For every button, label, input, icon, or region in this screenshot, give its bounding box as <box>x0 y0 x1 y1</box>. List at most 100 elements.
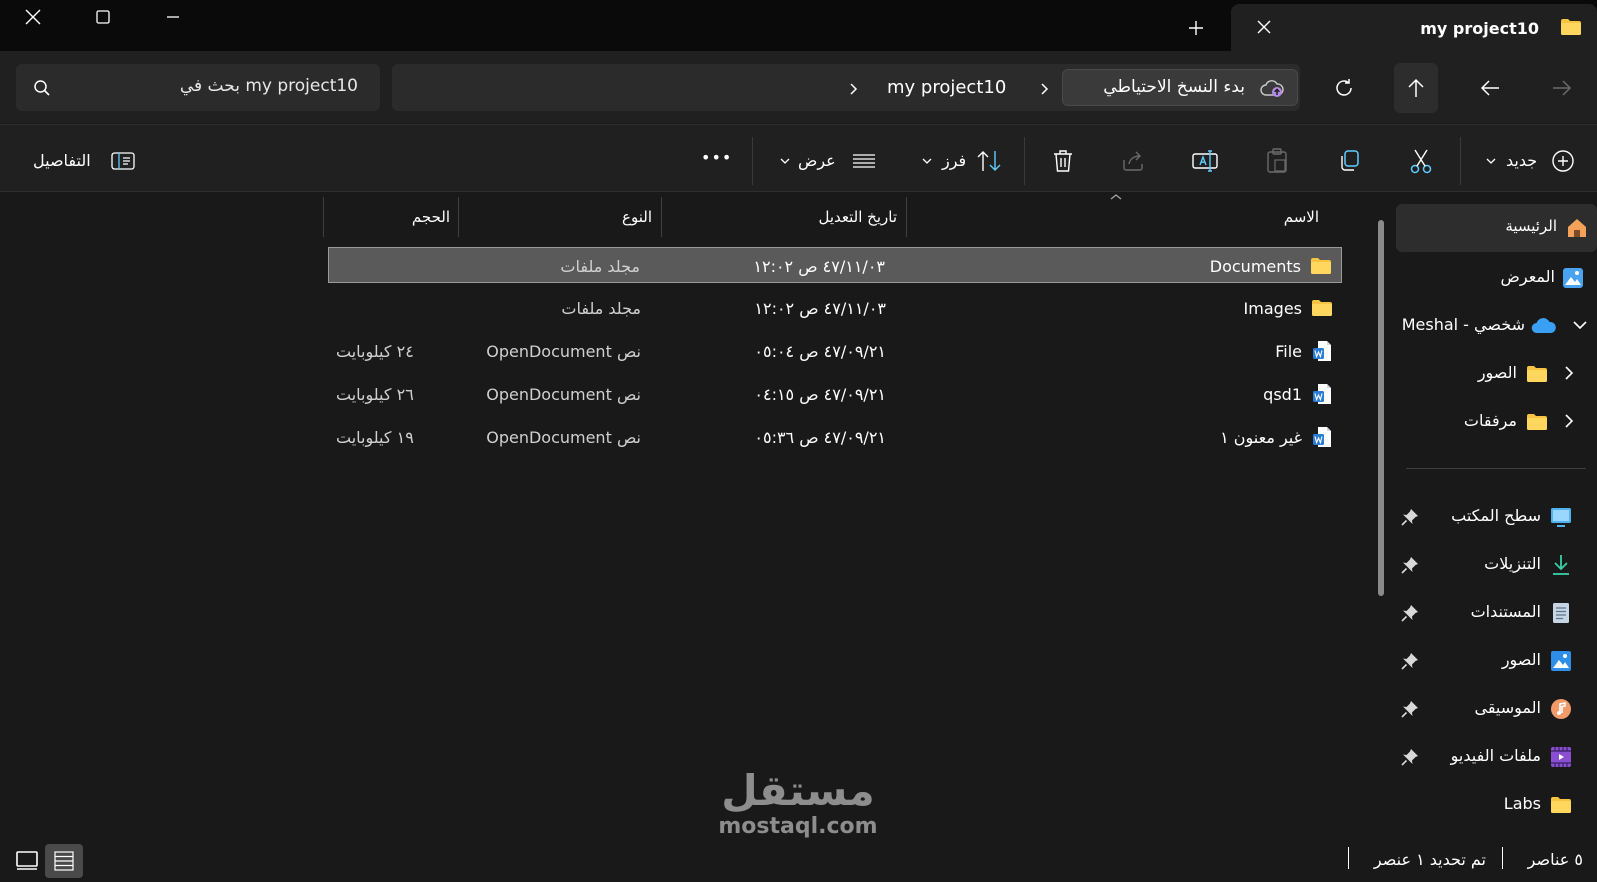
column-header-modified[interactable]: تاريخ التعديل <box>818 208 897 226</box>
file-name: غير معنون ١ <box>1220 428 1302 447</box>
minimize-window-icon[interactable] <box>160 4 186 30</box>
pin-icon[interactable] <box>1400 555 1420 575</box>
tab-title: my project10 <box>1420 19 1539 38</box>
sidebar-item-quick-access[interactable]: المستندات <box>1396 593 1597 633</box>
search-input[interactable]: بحث في my project10 <box>180 76 358 96</box>
back-button[interactable] <box>1468 63 1512 113</box>
copy-icon[interactable] <box>1334 146 1364 176</box>
sidebar-scrollbar[interactable] <box>1378 220 1384 596</box>
backup-breadcrumb[interactable]: بدء النسخ الاحتياطي <box>1062 69 1298 106</box>
pin-icon[interactable] <box>1400 507 1420 527</box>
file-row[interactable]: غير معنون ١ ٤٧/٠٩/٢١ ص ٠٥:٣٦ OpenDocument … <box>328 419 1342 455</box>
word-document-icon <box>1310 426 1334 448</box>
sidebar-item-label: Meshal - شخصي <box>1401 315 1525 334</box>
column-divider[interactable] <box>906 197 907 237</box>
file-row[interactable]: Images ٤٧/١١/٠٣ ص ١٢:٠٢ مجلد ملفات <box>328 290 1342 326</box>
view-button[interactable]: عرض <box>798 151 836 170</box>
chevron-right-icon[interactable] <box>1561 412 1577 430</box>
status-divider <box>1502 847 1503 869</box>
maximize-window-icon[interactable] <box>90 4 116 30</box>
sidebar-item-onedrive[interactable]: Meshal - شخصي <box>1396 306 1597 346</box>
sidebar-item-label: التنزيلات <box>1484 554 1541 573</box>
word-document-icon <box>1310 340 1334 362</box>
search-box[interactable]: بحث في my project10 <box>16 64 380 111</box>
sidebar-item-quick-access[interactable]: التنزيلات <box>1396 545 1597 585</box>
gallery-icon <box>1561 266 1585 290</box>
close-tab-icon[interactable] <box>1251 14 1277 40</box>
file-type: OpenDocument نص <box>486 428 641 447</box>
sidebar-item-quick-access[interactable]: الموسيقى <box>1396 689 1597 729</box>
documents-icon <box>1549 602 1573 624</box>
details-button[interactable]: التفاصيل <box>33 151 91 170</box>
chevron-down-icon[interactable] <box>920 154 934 168</box>
videos-icon <box>1549 746 1573 768</box>
file-name: Documents <box>1209 257 1301 276</box>
desktop-icon <box>1549 506 1573 528</box>
sidebar-item-quick-access[interactable]: سطح المكتب <box>1396 497 1597 537</box>
pin-icon[interactable] <box>1400 651 1420 671</box>
chevron-down-icon[interactable] <box>1571 316 1589 334</box>
sidebar-item-onedrive-pictures[interactable]: الصور <box>1396 354 1597 394</box>
new-button[interactable]: جديد <box>1506 151 1537 170</box>
status-divider <box>1348 847 1349 869</box>
sort-icon[interactable] <box>974 146 1004 176</box>
column-divider[interactable] <box>458 197 459 237</box>
breadcrumb-folder[interactable]: my project10 <box>887 77 1006 98</box>
close-window-icon[interactable] <box>20 4 46 30</box>
details-view-button[interactable] <box>45 844 83 878</box>
active-tab[interactable]: my project10 <box>1231 4 1597 51</box>
file-row[interactable]: Documents ٤٧/١١/٠٣ ص ١٢:٠٢ مجلد ملفات <box>328 247 1342 283</box>
watermark-arabic: مستقل <box>721 766 875 815</box>
toolbar-divider <box>1460 137 1461 185</box>
large-icons-view-button[interactable] <box>12 846 42 876</box>
backup-label: بدء النسخ الاحتياطي <box>1103 77 1245 97</box>
more-options-button[interactable]: ••• <box>701 148 732 167</box>
chevron-down-icon[interactable] <box>1484 154 1498 168</box>
pin-icon[interactable] <box>1400 699 1420 719</box>
toolbar-divider <box>752 137 753 185</box>
chevron-right-icon[interactable] <box>1034 78 1056 100</box>
forward-button[interactable] <box>1540 63 1584 113</box>
view-list-icon[interactable] <box>850 150 878 172</box>
new-tab-icon[interactable] <box>1182 14 1210 42</box>
sidebar-item-quick-access[interactable]: الصور <box>1396 641 1597 681</box>
paste-icon[interactable] <box>1262 146 1292 176</box>
sidebar-item-onedrive-attachments[interactable]: مرفقات <box>1396 402 1597 442</box>
cut-icon[interactable] <box>1406 146 1436 176</box>
sidebar-item-home[interactable]: الرئيسية <box>1396 204 1597 252</box>
sidebar-item-label: الصور <box>1477 363 1517 382</box>
sort-button[interactable]: فرز <box>942 151 966 170</box>
delete-icon[interactable] <box>1048 146 1078 176</box>
file-row[interactable]: File ٤٧/٠٩/٢١ ص ٠٥:٠٤ OpenDocument نص ٢٤ كي… <box>328 333 1342 369</box>
music-icon <box>1549 698 1573 720</box>
chevron-down-icon[interactable] <box>778 154 792 168</box>
pin-icon[interactable] <box>1400 747 1420 767</box>
file-modified: ٤٧/٠٩/٢١ ص ٠٤:١٥ <box>754 385 886 404</box>
share-icon[interactable] <box>1118 146 1148 176</box>
file-modified: ٤٧/١١/٠٣ ص ١٢:٠٢ <box>753 257 885 276</box>
up-button[interactable] <box>1394 63 1438 113</box>
column-divider[interactable] <box>323 197 324 237</box>
column-header-name[interactable]: الاسم <box>1284 208 1319 226</box>
sidebar-item-quick-access[interactable]: Labs <box>1396 785 1597 825</box>
chevron-right-icon[interactable] <box>843 78 865 100</box>
details-pane-icon[interactable] <box>110 149 136 173</box>
pictures-icon <box>1549 650 1573 672</box>
column-header-size[interactable]: الحجم <box>412 208 450 226</box>
refresh-button[interactable] <box>1322 63 1366 113</box>
home-icon <box>1565 216 1589 240</box>
pin-icon[interactable] <box>1400 603 1420 623</box>
column-divider[interactable] <box>661 197 662 237</box>
file-size: ٢٦ كيلوبايت <box>336 385 414 404</box>
new-plus-icon[interactable] <box>1550 148 1576 174</box>
search-icon <box>32 78 52 98</box>
file-name: Images <box>1243 299 1302 318</box>
sidebar-item-gallery[interactable]: المعرض <box>1396 258 1597 298</box>
sidebar-item-quick-access[interactable]: ملفات الفيديو <box>1396 737 1597 777</box>
chevron-right-icon[interactable] <box>1561 364 1577 382</box>
column-header-type[interactable]: النوع <box>622 208 652 226</box>
rename-icon[interactable] <box>1190 146 1220 176</box>
file-modified: ٤٧/٠٩/٢١ ص ٠٥:٠٤ <box>754 342 886 361</box>
file-type: مجلد ملفات <box>560 257 640 276</box>
file-row[interactable]: qsd1 ٤٧/٠٩/٢١ ص ٠٤:١٥ OpenDocument نص ٢٦ كي… <box>328 376 1342 412</box>
